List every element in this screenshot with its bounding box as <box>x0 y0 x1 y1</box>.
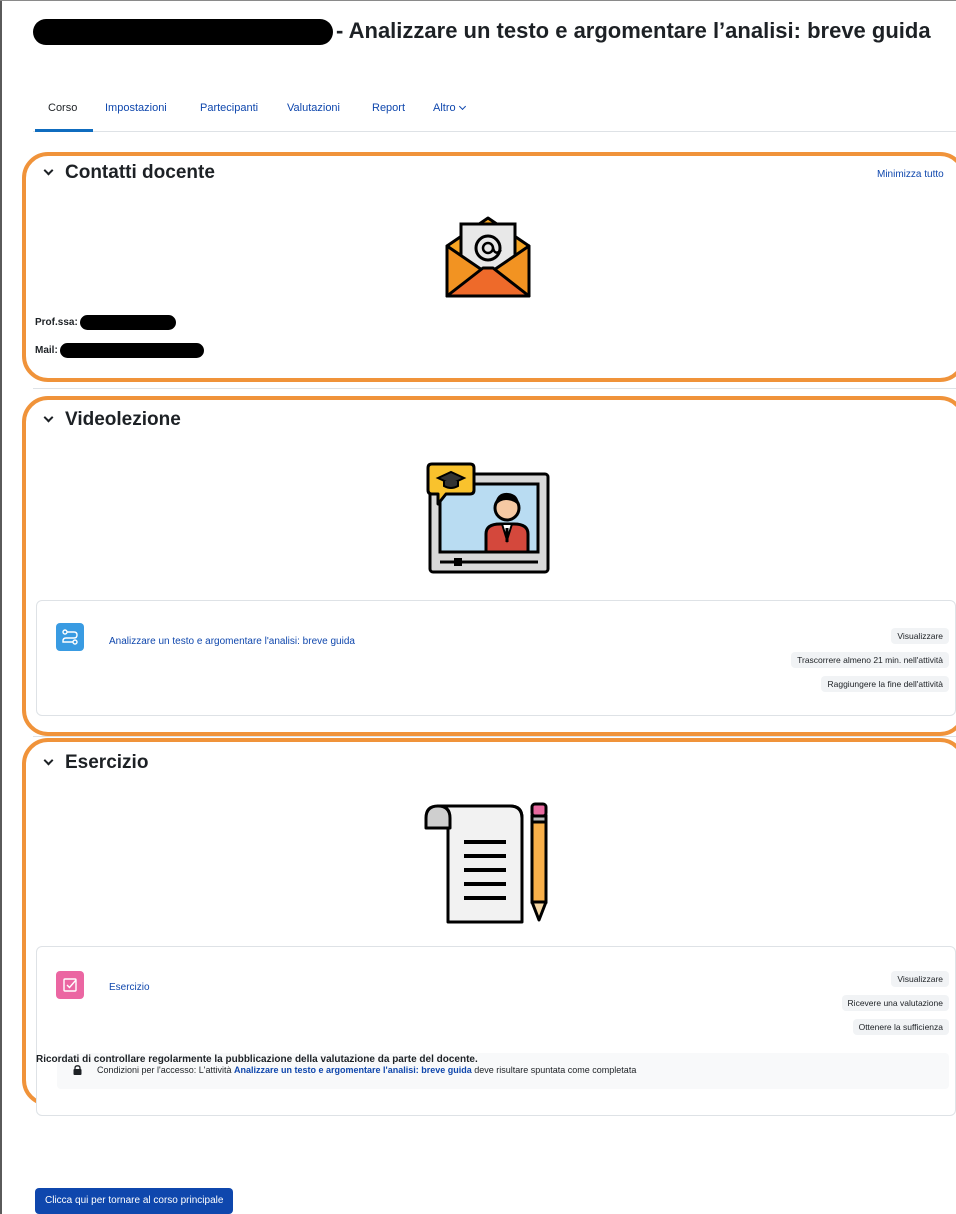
chevron-down-icon <box>458 102 466 111</box>
tab-altro[interactable]: Altro <box>433 102 466 114</box>
condition-badge: Ricevere una valutazione <box>841 995 949 1011</box>
section-title-contatti: Contatti docente <box>65 162 215 183</box>
course-nav: Corso Impostazioni Partecipanti Valutazi… <box>33 90 956 132</box>
chevron-down-icon <box>43 755 54 766</box>
chevron-down-icon <box>43 165 54 176</box>
window-frame-top <box>0 0 956 1</box>
section-header-videolezione[interactable]: Videolezione <box>43 409 181 431</box>
video-activity-icon <box>56 623 84 651</box>
window-frame-left <box>0 0 2 1214</box>
section-divider <box>33 736 956 737</box>
restriction-activity-link[interactable]: Analizzare un testo e argomentare l'anal… <box>234 1065 472 1075</box>
prof-label: Prof.ssa: <box>35 317 78 329</box>
video-lesson-icon <box>426 462 550 574</box>
mail-label: Mail: <box>35 345 58 357</box>
activity-card-esercizio: Esercizio Visualizzare Ricevere una valu… <box>36 946 956 1116</box>
lock-icon <box>73 1065 82 1075</box>
page-title-text: - Analizzare un testo e argomentare l’an… <box>336 18 931 43</box>
grading-reminder: Ricordati di controllare regolarmente la… <box>36 1054 478 1065</box>
tab-altro-label: Altro <box>433 102 456 114</box>
redacted-mail <box>59 343 204 358</box>
video-activity-glyph <box>62 629 78 645</box>
activity-card-videolezione: Analizzare un testo e argomentare l'anal… <box>36 600 956 716</box>
assignment-icon <box>56 971 84 999</box>
section-title-esercizio: Esercizio <box>65 752 149 773</box>
prof-label-row: Prof.ssa: <box>35 315 176 330</box>
condition-badge: Raggiungere la fine dell'attività <box>821 676 949 692</box>
condition-badge: Visualizzare <box>891 971 949 987</box>
back-to-main-course-button[interactable]: Clicca qui per tornare al corso principa… <box>35 1188 234 1214</box>
section-header-contatti[interactable]: Contatti docente <box>43 162 215 184</box>
tab-impostazioni[interactable]: Impostazioni <box>105 102 167 114</box>
collapse-all-link[interactable]: Minimizza tutto <box>877 169 944 180</box>
tab-corso[interactable]: Corso <box>48 102 77 114</box>
condition-badge: Visualizzare <box>891 628 949 644</box>
tab-valutazioni[interactable]: Valutazioni <box>287 102 340 114</box>
restriction-prefix: Condizioni per l'accesso: L'attività <box>97 1065 235 1075</box>
tab-report[interactable]: Report <box>372 102 405 114</box>
activity-link-videolezione[interactable]: Analizzare un testo e argomentare l'anal… <box>109 636 355 647</box>
chevron-down-icon <box>43 412 54 423</box>
email-envelope-icon <box>445 216 531 298</box>
activity-link-esercizio[interactable]: Esercizio <box>109 982 150 993</box>
section-title-videolezione: Videolezione <box>65 409 181 430</box>
active-tab-indicator <box>35 129 93 132</box>
redacted-course-code <box>33 19 333 46</box>
condition-badge: Trascorrere almeno 21 min. nell'attività <box>791 652 949 668</box>
section-header-esercizio[interactable]: Esercizio <box>43 752 149 774</box>
section-divider <box>33 388 956 389</box>
notepad-pencil-icon <box>424 802 548 924</box>
condition-badge: Ottenere la sufficienza <box>852 1019 949 1035</box>
assignment-glyph <box>63 978 77 992</box>
page-title: - Analizzare un testo e argomentare l’an… <box>33 16 933 46</box>
redacted-prof-name <box>79 315 176 330</box>
tab-partecipanti[interactable]: Partecipanti <box>200 102 258 114</box>
restriction-suffix: deve risultare spuntata come completata <box>471 1065 637 1075</box>
mail-label-row: Mail: <box>35 343 204 358</box>
